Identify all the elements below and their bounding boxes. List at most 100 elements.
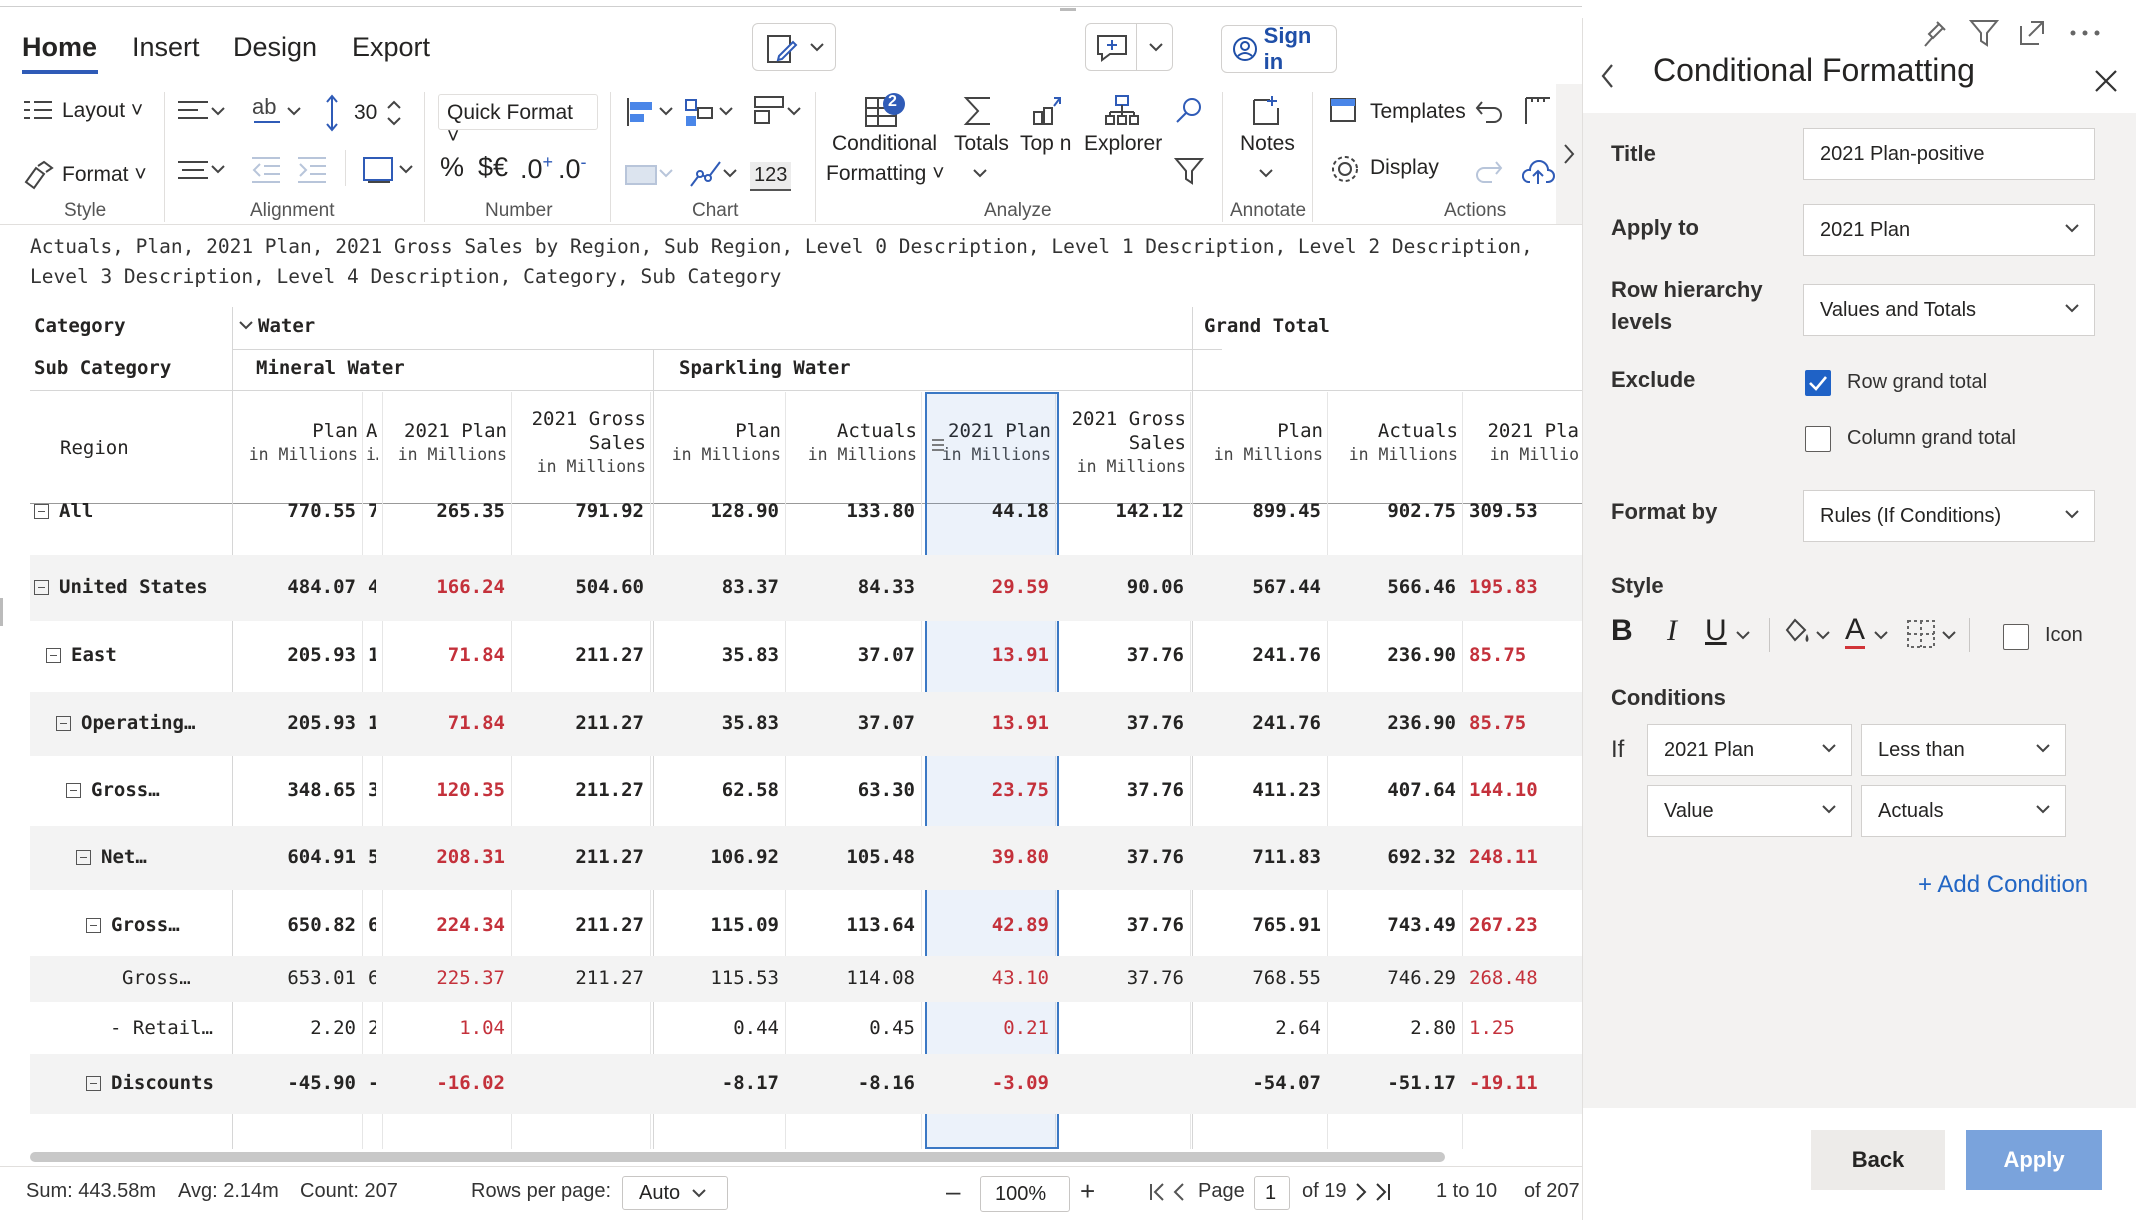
tab-export[interactable]: Export [352, 32, 430, 63]
icon-checkbox[interactable] [2003, 624, 2029, 650]
table-cell[interactable]: 13.91 [927, 712, 1049, 734]
table-cell[interactable]: 37.76 [1060, 846, 1184, 868]
table-cell[interactable]: 29.59 [927, 576, 1049, 598]
table-cell[interactable]: 224.34 [386, 914, 505, 936]
layout-button[interactable]: Layout ˅ [62, 99, 143, 123]
table-cell[interactable]: 650.82 [232, 914, 356, 936]
chevron-down-icon[interactable] [1941, 630, 1957, 642]
table-row[interactable]: Net… 604.91 5 208.31 211.27 106.92 105.48 39.80… [30, 826, 1583, 890]
stepper-arrows-icon[interactable] [386, 98, 402, 128]
next-page-icon[interactable] [1354, 1182, 1368, 1202]
table-cell[interactable]: 241.76 [1193, 712, 1321, 734]
table-cell[interactable]: 166.24 [386, 576, 505, 598]
table-cell[interactable]: 205.93 [232, 712, 356, 734]
column-header[interactable]: Actuals in Millions [1330, 419, 1458, 467]
table-cell[interactable]: 0.45 [790, 1017, 915, 1039]
chevron-down-icon[interactable] [210, 164, 226, 176]
table-cell[interactable]: 1 [366, 644, 376, 666]
formatting-dropdown[interactable]: Formatting ˅ [826, 162, 944, 186]
totals-button[interactable]: Totals [954, 132, 1009, 156]
templates-button[interactable]: Templates [1370, 100, 1466, 124]
table-cell[interactable]: 211.27 [517, 846, 644, 868]
table-cell[interactable]: 211.27 [517, 712, 644, 734]
table-cell[interactable]: 144.10 [1467, 779, 1577, 801]
row-grand-total-checkbox[interactable] [1805, 370, 1831, 396]
table-cell[interactable]: 35.83 [654, 644, 779, 666]
table-cell[interactable]: 6 [366, 967, 376, 989]
expand-icon[interactable] [2017, 18, 2047, 48]
table-cell[interactable]: 39.80 [927, 846, 1049, 868]
back-arrow-icon[interactable] [1599, 62, 1617, 90]
table-cell[interactable]: 84.33 [790, 576, 915, 598]
align-left-icon[interactable] [176, 98, 210, 126]
table-cell[interactable]: 35.83 [654, 712, 779, 734]
table-cell[interactable]: 63.30 [790, 779, 915, 801]
apply-to-select[interactable]: 2021 Plan [1803, 204, 2095, 256]
table-row[interactable]: Operating… 205.93 1 71.84 211.27 35.83 37.07 13… [30, 692, 1583, 756]
table-cell[interactable]: 83.37 [654, 576, 779, 598]
row-label[interactable]: Operating… [56, 712, 195, 734]
chevron-down-icon[interactable] [658, 106, 674, 118]
table-cell[interactable]: 5 [366, 846, 376, 868]
table-row[interactable]: Gross… 650.82 6 224.34 211.27 115.09 113.64 42.… [30, 894, 1583, 958]
prev-page-icon[interactable] [1172, 1182, 1186, 1202]
redo-icon[interactable] [1474, 156, 1504, 186]
table-cell[interactable]: 42.89 [927, 914, 1049, 936]
table-cell[interactable]: 348.65 [232, 779, 356, 801]
comment-button[interactable] [1085, 23, 1173, 71]
table-cell[interactable]: 2.64 [1193, 1017, 1321, 1039]
border-icon[interactable] [1905, 618, 1937, 650]
table-cell[interactable]: 743.49 [1330, 914, 1456, 936]
table-cell[interactable]: 114.08 [790, 967, 915, 989]
tab-home[interactable]: Home [22, 32, 97, 63]
row-height-stepper[interactable]: 30 [342, 96, 404, 130]
table-cell[interactable]: -8.17 [654, 1072, 779, 1094]
table-cell[interactable]: 44.18 [927, 500, 1049, 522]
number-chart-button[interactable]: 123 [750, 162, 792, 191]
column-drag-handle-icon[interactable] [930, 437, 946, 453]
table-cell[interactable]: 211.27 [517, 914, 644, 936]
table-cell[interactable]: 2.80 [1330, 1017, 1456, 1039]
table-cell[interactable]: 62.58 [654, 779, 779, 801]
table-cell[interactable]: 71.84 [386, 712, 505, 734]
condition-operator-select[interactable]: Less than [1861, 724, 2066, 776]
currency-button[interactable]: $€ [478, 152, 508, 183]
table-cell[interactable]: 3 [366, 779, 376, 801]
display-button[interactable]: Display [1370, 156, 1439, 180]
add-condition-link[interactable]: + Add Condition [1918, 871, 2088, 899]
bar-chart-icon[interactable] [624, 96, 660, 128]
cloud-upload-icon[interactable] [1522, 158, 1556, 186]
table-cell[interactable]: 899.45 [1193, 500, 1321, 522]
text-wrap-icon[interactable]: ab [250, 94, 286, 128]
collapse-icon[interactable] [86, 1076, 101, 1091]
table-cell[interactable]: -16.02 [386, 1072, 505, 1094]
column-grand-total-checkbox[interactable] [1805, 426, 1831, 452]
table-chart-icon[interactable] [624, 162, 660, 188]
table-cell[interactable]: 770.55 [232, 500, 356, 522]
table-row[interactable]: United States 484.07 4 166.24 504.60 83.37 84.… [30, 555, 1583, 621]
resize-handle[interactable] [0, 598, 3, 626]
row-label[interactable]: All [34, 500, 93, 522]
chevron-down-icon[interactable] [658, 168, 674, 180]
chevron-down-icon[interactable] [722, 168, 738, 180]
table-cell[interactable]: 37.76 [1060, 644, 1184, 666]
zoom-input[interactable]: 100% [980, 1176, 1070, 1212]
rows-per-page-select[interactable]: Auto [622, 1176, 728, 1210]
table-cell[interactable]: 248.11 [1467, 846, 1577, 868]
table-cell[interactable]: 268.48 [1467, 967, 1577, 989]
tab-design[interactable]: Design [233, 32, 317, 63]
column-width-icon[interactable] [360, 154, 400, 186]
table-cell[interactable]: 211.27 [517, 644, 644, 666]
column-header[interactable]: Plan in Millions [232, 419, 358, 467]
collapse-icon[interactable] [76, 850, 91, 865]
table-cell[interactable]: 90.06 [1060, 576, 1184, 598]
format-by-select[interactable]: Rules (If Conditions) [1803, 490, 2095, 542]
row-label[interactable]: United States [34, 576, 208, 598]
table-cell[interactable]: 746.29 [1330, 967, 1456, 989]
table-cell[interactable]: 113.64 [790, 914, 915, 936]
resize-handle[interactable] [1060, 8, 1076, 11]
row-label[interactable]: Net… [76, 846, 147, 868]
collapse-icon[interactable] [56, 716, 71, 731]
increase-decimal-button[interactable]: .0+ [520, 152, 553, 185]
increase-indent-icon[interactable] [296, 154, 328, 184]
